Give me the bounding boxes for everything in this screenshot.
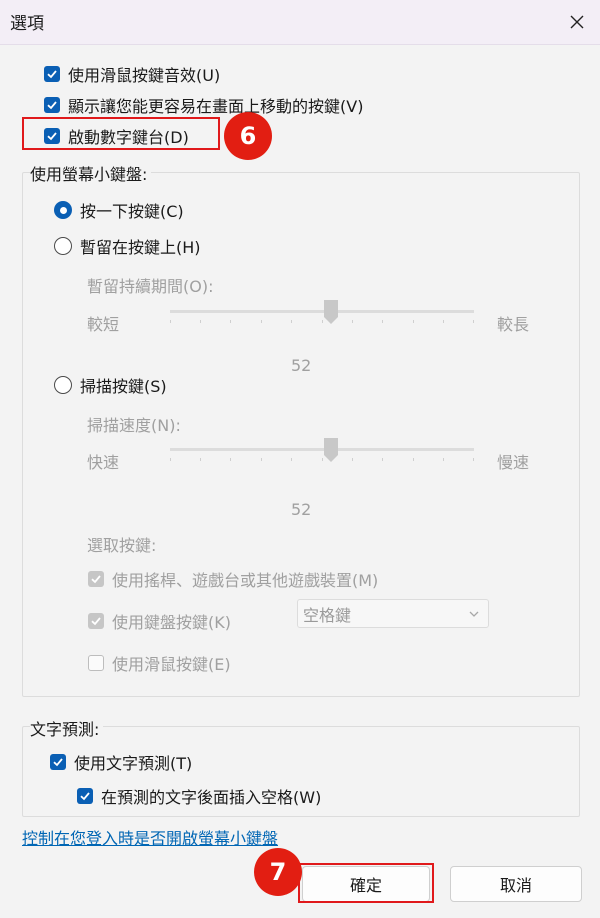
check-icon <box>47 70 57 79</box>
check-icon <box>91 617 101 626</box>
scan-speed-label: 掃描速度(N): <box>87 416 181 435</box>
hover-min-label: 較短 <box>87 315 120 334</box>
use-prediction-option[interactable]: 使用文字預測(T) <box>50 750 192 774</box>
scan-keys-radio[interactable] <box>54 376 72 394</box>
joystick-checkbox[interactable] <box>88 571 104 587</box>
prediction-group-label: 文字預測: <box>30 716 104 740</box>
use-prediction-label: 使用文字預測(T) <box>74 754 193 773</box>
close-icon <box>570 15 584 29</box>
mouse-sound-checkbox[interactable] <box>44 66 60 82</box>
check-icon <box>91 575 101 584</box>
slider-thumb[interactable] <box>324 438 338 462</box>
hover-keys-radio[interactable] <box>54 237 72 255</box>
scan-speed-slider[interactable] <box>170 438 474 468</box>
chevron-down-icon <box>469 611 479 617</box>
hover-duration-label: 暫留持續期間(O): <box>87 277 214 296</box>
click-keys-label: 按一下按鍵(C) <box>80 202 184 221</box>
use-prediction-checkbox[interactable] <box>50 754 66 770</box>
click-keys-radio[interactable] <box>54 201 72 219</box>
mouse-sound-option[interactable]: 使用滑鼠按鍵音效(U) <box>44 62 220 86</box>
cancel-button[interactable]: 取消 <box>450 866 582 902</box>
step-6-badge: 6 <box>224 112 272 160</box>
mouse-key-option[interactable]: 使用滑鼠按鍵(E) <box>88 651 231 675</box>
keyboard-key-label: 使用鍵盤按鍵(K) <box>112 613 231 632</box>
keyboard-mode-group-label: 使用螢幕小鍵盤: <box>30 161 152 185</box>
hover-value: 52 <box>291 356 312 375</box>
click-keys-option[interactable]: 按一下按鍵(C) <box>54 198 184 222</box>
easy-move-option[interactable]: 顯示讓您能更容易在畫面上移動的按鍵(V) <box>44 93 363 117</box>
scan-keys-option[interactable]: 掃描按鍵(S) <box>54 373 167 397</box>
hover-keys-option[interactable]: 暫留在按鍵上(H) <box>54 234 201 258</box>
mouse-key-label: 使用滑鼠按鍵(E) <box>112 655 231 674</box>
easy-move-checkbox[interactable] <box>44 97 60 113</box>
scan-value: 52 <box>291 500 312 519</box>
numpad-highlight-box <box>22 117 220 150</box>
step-7-badge: 7 <box>254 848 302 896</box>
slider-track <box>170 310 474 313</box>
check-icon <box>80 792 90 801</box>
hover-duration-slider[interactable] <box>170 300 474 330</box>
scan-min-label: 快速 <box>87 453 120 472</box>
joystick-option[interactable]: 使用搖桿、遊戲台或其他遊戲裝置(M) <box>88 567 378 591</box>
keyboard-key-select[interactable]: 空格鍵 <box>297 599 489 628</box>
close-button[interactable] <box>554 0 600 44</box>
insert-space-label: 在預測的文字後面插入空格(W) <box>101 788 322 807</box>
window-title: 選項 <box>10 14 44 34</box>
scan-max-label: 慢速 <box>497 453 530 472</box>
select-keys-label: 選取按鍵: <box>87 536 157 555</box>
keyboard-key-checkbox[interactable] <box>88 613 104 629</box>
mouse-sound-label: 使用滑鼠按鍵音效(U) <box>68 66 221 85</box>
scan-keys-label: 掃描按鍵(S) <box>80 377 167 396</box>
insert-space-option[interactable]: 在預測的文字後面插入空格(W) <box>77 784 321 808</box>
check-icon <box>47 101 57 110</box>
check-icon <box>53 758 63 767</box>
keyboard-key-option[interactable]: 使用鍵盤按鍵(K) <box>88 609 231 633</box>
hover-keys-label: 暫留在按鍵上(H) <box>80 238 201 257</box>
slider-thumb[interactable] <box>324 300 338 324</box>
title-bar: 選項 <box>0 0 600 45</box>
hover-max-label: 較長 <box>497 315 530 334</box>
startup-keyboard-link[interactable]: 控制在您登入時是否開啟螢幕小鍵盤 <box>22 825 278 849</box>
mouse-key-checkbox[interactable] <box>88 655 104 671</box>
slider-track <box>170 448 474 451</box>
joystick-label: 使用搖桿、遊戲台或其他遊戲裝置(M) <box>112 571 379 590</box>
easy-move-label: 顯示讓您能更容易在畫面上移動的按鍵(V) <box>68 97 364 116</box>
insert-space-checkbox[interactable] <box>77 788 93 804</box>
ok-highlight-box <box>298 863 434 903</box>
keyboard-key-select-value: 空格鍵 <box>303 605 352 625</box>
